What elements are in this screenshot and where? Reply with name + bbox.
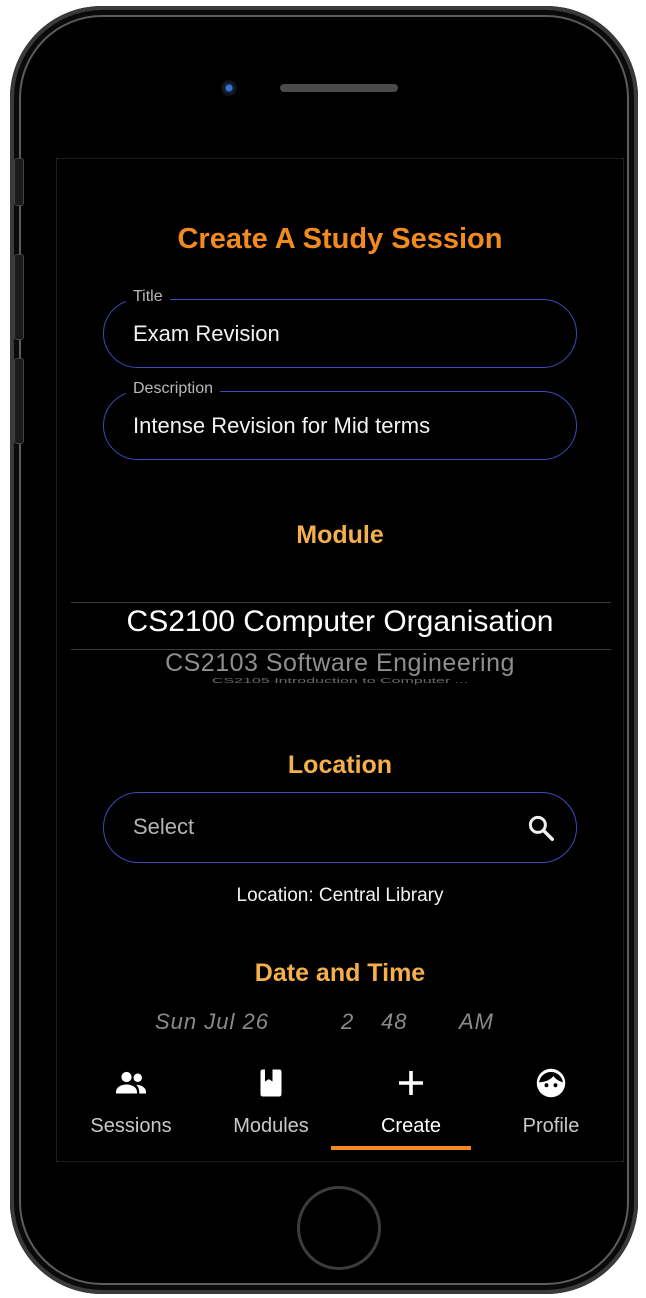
home-button[interactable] xyxy=(297,1186,381,1270)
module-picker-option[interactable]: CS2103 Software Engineering xyxy=(57,649,623,678)
bottom-navigation: Sessions Modules Create Profile xyxy=(57,1047,623,1161)
nav-label-modules: Modules xyxy=(233,1115,309,1137)
title-field[interactable]: Title Exam Revision xyxy=(103,288,577,368)
volume-down-button xyxy=(14,358,24,444)
time-picker-minute[interactable]: 48 xyxy=(381,1009,407,1035)
date-picker-day[interactable]: Sun Jul 26 xyxy=(155,1009,269,1035)
volume-up-button xyxy=(14,254,24,340)
app-screen: Create A Study Session Title Exam Revisi… xyxy=(56,158,624,1162)
camera-icon xyxy=(221,80,237,96)
page-title: Create A Study Session xyxy=(177,223,503,255)
nav-label-create: Create xyxy=(380,1115,442,1137)
time-picker-hour[interactable]: 2 xyxy=(341,1009,354,1035)
nav-item-sessions[interactable]: Sessions xyxy=(61,1047,201,1157)
time-picker-ampm[interactable]: AM xyxy=(459,1009,494,1035)
title-field-label: Title xyxy=(126,288,170,306)
nav-label-profile: Profile xyxy=(522,1115,580,1137)
module-picker-option[interactable]: CS2105 Introduction to Computer ... xyxy=(57,677,623,685)
active-tab-indicator xyxy=(331,1146,471,1150)
location-search-input[interactable]: Select xyxy=(103,792,577,863)
plus-icon xyxy=(399,1071,423,1095)
description-field-value[interactable]: Intense Revision for Mid terms xyxy=(133,413,430,439)
face-icon xyxy=(536,1068,566,1098)
nav-item-profile[interactable]: Profile xyxy=(481,1047,621,1157)
phone-frame: Create A Study Session Title Exam Revisi… xyxy=(10,6,638,1294)
description-field-label: Description xyxy=(126,380,221,398)
location-search-placeholder: Select xyxy=(133,814,195,839)
description-field[interactable]: Description Intense Revision for Mid ter… xyxy=(103,380,577,460)
search-icon[interactable] xyxy=(526,813,556,843)
datetime-heading: Date and Time xyxy=(254,959,426,987)
title-field-value[interactable]: Exam Revision xyxy=(133,321,280,347)
nav-item-modules[interactable]: Modules xyxy=(201,1047,341,1157)
location-heading: Location xyxy=(287,751,393,779)
mute-switch xyxy=(14,158,24,206)
selected-location: Location: Central Library xyxy=(236,885,444,906)
nav-label-sessions: Sessions xyxy=(90,1115,172,1137)
module-heading: Module xyxy=(296,521,384,549)
book-icon xyxy=(260,1069,282,1097)
nav-item-create[interactable]: Create xyxy=(341,1047,481,1157)
picker-top-divider xyxy=(71,602,611,603)
module-picker-selected[interactable]: CS2100 Computer Organisation xyxy=(57,605,623,639)
people-icon xyxy=(116,1071,146,1094)
speaker-grille xyxy=(280,84,398,92)
